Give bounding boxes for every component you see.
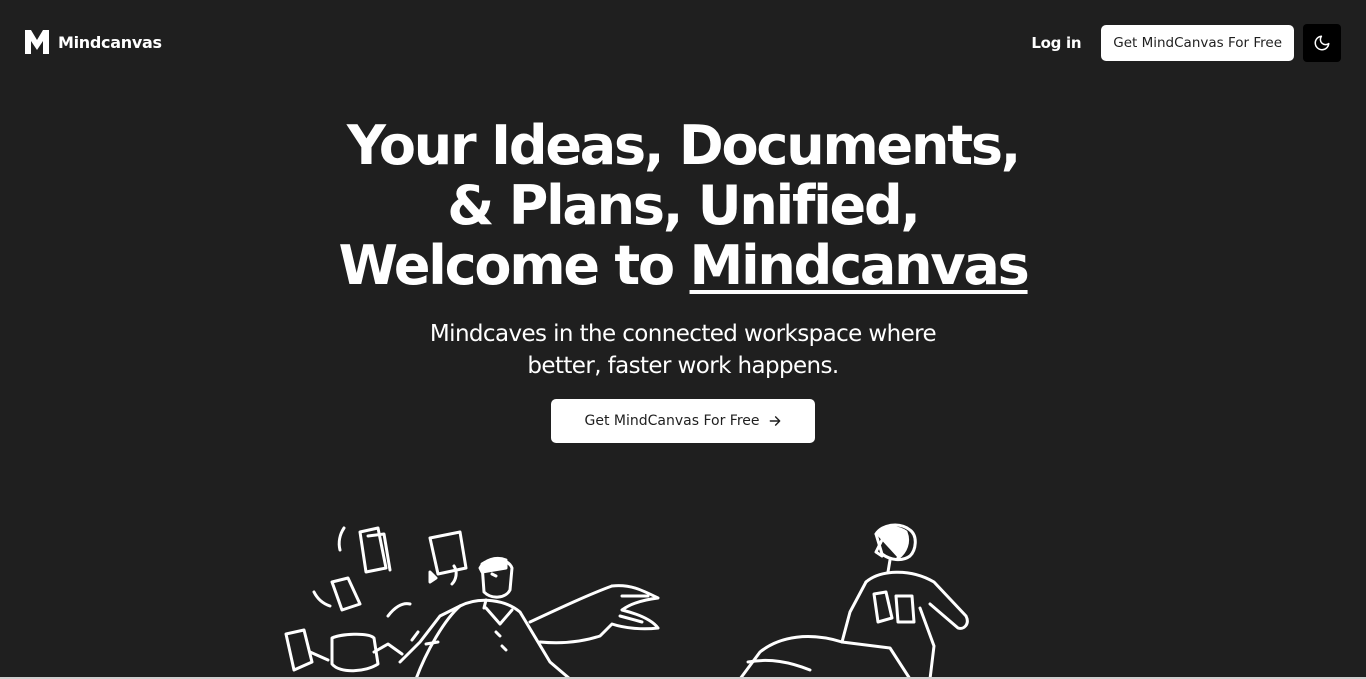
brand-link[interactable]: Mindcanvas [24,29,162,55]
brand-name: Mindcanvas [58,32,162,52]
login-link[interactable]: Log in [1031,34,1081,52]
moon-icon [1314,35,1330,51]
header-actions: Log in Get MindCanvas For Free [1031,24,1341,62]
hero-subtitle-line-1: Mindcaves in the connected workspace whe… [429,321,937,347]
hero-subtitle: Mindcaves in the connected workspace whe… [373,318,993,382]
header-cta-button[interactable]: Get MindCanvas For Free [1101,25,1294,61]
person-sitting-illustration [738,523,969,679]
person-juggling-illustration [330,556,660,679]
hero-cta-button[interactable]: Get MindCanvas For Free [551,399,815,443]
hero-section: Your Ideas, Documents, & Plans, Unified,… [0,116,1366,443]
hero-cta-label: Get MindCanvas For Free [584,413,760,429]
hero-title-line-3: Welcome to Mindcanvas [0,236,1366,296]
hero-title: Your Ideas, Documents, & Plans, Unified,… [0,116,1366,296]
hero-title-line-2: & Plans, Unified, [447,174,921,237]
hero-title-brand: Mindcanvas [689,234,1030,297]
hero-title-prefix: Welcome to [338,234,690,297]
header: Mindcanvas Log in Get MindCanvas For Fre… [0,0,1366,84]
page: Mindcanvas Log in Get MindCanvas For Fre… [0,0,1366,679]
hero-subtitle-line-2: better, faster work happens. [527,353,839,379]
theme-toggle-button[interactable] [1303,24,1341,62]
mindcanvas-logo-icon [25,30,49,54]
hero-illustration [284,523,969,679]
arrow-right-icon [769,416,780,426]
hero-title-line-1: Your Ideas, Documents, [346,114,1021,177]
